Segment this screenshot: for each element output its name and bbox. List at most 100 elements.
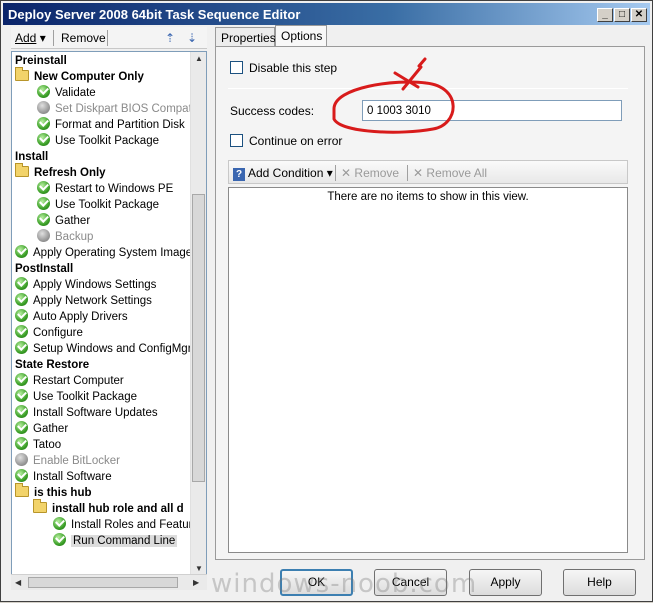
tree-node-label: Set Diskpart BIOS Compatibi: [55, 103, 204, 115]
tree-horizontal-scrollbar[interactable]: ◀ ▶: [11, 574, 207, 590]
disable-step-label: Disable this step: [249, 61, 338, 75]
remove-all-conditions-button[interactable]: ✕ Remove All: [413, 166, 487, 180]
tree-node[interactable]: State Restore: [15, 357, 89, 373]
disable-step-checkbox[interactable]: [230, 61, 243, 74]
folder-icon: [33, 499, 47, 513]
tree-node[interactable]: Setup Windows and ConfigMgr: [15, 341, 192, 357]
checkmark-icon: [15, 293, 28, 306]
checkmark-icon: [15, 245, 28, 258]
close-button[interactable]: ✕: [631, 8, 647, 22]
tree-node[interactable]: Enable BitLocker: [15, 453, 120, 469]
divider: [228, 88, 628, 89]
continue-on-error-label: Continue on error: [249, 134, 343, 148]
scroll-right-icon[interactable]: ▶: [193, 578, 199, 587]
tree-scroll-thumb[interactable]: [192, 194, 205, 482]
checkmark-icon: [37, 85, 50, 98]
checkmark-icon: [37, 213, 50, 226]
tree-node[interactable]: Install Software: [15, 469, 112, 485]
tree-node[interactable]: Validate: [37, 85, 96, 101]
minimize-button[interactable]: _: [597, 8, 613, 22]
move-up-icon[interactable]: ⇡: [165, 31, 175, 45]
dropdown-arrow-icon: ▾: [326, 166, 333, 180]
tree-node[interactable]: Format and Partition Disk: [37, 117, 185, 133]
scroll-left-icon[interactable]: ◀: [15, 578, 21, 587]
add-menu-button[interactable]: Add ▾: [15, 31, 46, 45]
conditions-list[interactable]: There are no items to show in this view.: [228, 187, 628, 553]
tree-node[interactable]: Use Toolkit Package: [37, 133, 159, 149]
checkmark-icon: [37, 133, 50, 146]
tree-node-label: Refresh Only: [34, 167, 106, 179]
tree-node[interactable]: Use Toolkit Package: [37, 197, 159, 213]
checkmark-icon: [15, 309, 28, 322]
add-condition-button[interactable]: ? Add Condition ▾: [233, 166, 333, 181]
toolbar-separator: [107, 30, 108, 46]
tree-node[interactable]: New Computer Only: [15, 67, 144, 85]
tree-node-label: Format and Partition Disk: [55, 119, 185, 131]
tree-node[interactable]: Use Toolkit Package: [15, 389, 137, 405]
tree-node[interactable]: Apply Windows Settings: [15, 277, 156, 293]
tree-node[interactable]: Apply Operating System Image: [15, 245, 192, 261]
tree-node[interactable]: Restart Computer: [15, 373, 124, 389]
apply-button[interactable]: Apply: [469, 569, 542, 596]
checkmark-icon: [15, 469, 28, 482]
tree-node[interactable]: Apply Network Settings: [15, 293, 152, 309]
task-sequence-tree[interactable]: Preinstall New Computer Only Validate Set D…: [11, 51, 207, 577]
tree-node-label: Use Toolkit Package: [33, 391, 137, 403]
tree-node[interactable]: Set Diskpart BIOS Compatibi: [37, 101, 203, 117]
tree-node[interactable]: install hub role and all d: [33, 499, 184, 517]
tree-node[interactable]: Install Software Updates: [15, 405, 158, 421]
move-down-icon[interactable]: ⇣: [187, 31, 197, 45]
tree-node[interactable]: Backup: [37, 229, 93, 245]
tree-toolbar: Add ▾ Remove ⇡ ⇣: [11, 27, 207, 49]
remove-button[interactable]: Remove: [61, 31, 106, 45]
cancel-button[interactable]: Cancel: [374, 569, 447, 596]
tree-node-label: PostInstall: [15, 263, 74, 275]
tree-node[interactable]: Restart to Windows PE: [37, 181, 173, 197]
options-panel: Disable this step Success codes: Continu…: [215, 46, 645, 560]
tree-node-label: install hub role and all d: [52, 503, 184, 515]
checkmark-icon: [15, 341, 28, 354]
success-codes-input[interactable]: [362, 100, 622, 121]
tree-node-label: State Restore: [15, 359, 90, 371]
disabled-step-icon: [37, 101, 50, 114]
tree-node[interactable]: is this hub: [15, 483, 92, 501]
checkmark-icon: [15, 405, 28, 418]
tree-node[interactable]: Configure: [15, 325, 83, 341]
tree-node[interactable]: Install Roles and Feature: [53, 517, 199, 533]
tree-node-label: Validate: [55, 87, 96, 99]
scroll-up-icon[interactable]: ▲: [195, 54, 203, 63]
tree-node[interactable]: Tatoo: [15, 437, 61, 453]
tree-vertical-scrollbar[interactable]: ▲ ▼: [190, 52, 206, 576]
tree-node-label: Use Toolkit Package: [55, 199, 159, 211]
tab-options[interactable]: Options: [275, 25, 327, 47]
tree-node-label: New Computer Only: [34, 71, 144, 83]
tree-hscroll-thumb[interactable]: [28, 577, 178, 588]
folder-icon: [15, 67, 29, 81]
help-button[interactable]: Help: [563, 569, 636, 596]
tree-node[interactable]: PostInstall: [15, 261, 73, 277]
continue-on-error-checkbox[interactable]: [230, 134, 243, 147]
tree-node-label: Install: [15, 151, 49, 163]
tree-node[interactable]: Gather: [37, 213, 90, 229]
scroll-down-icon[interactable]: ▼: [195, 564, 203, 573]
add-label: Add: [15, 31, 37, 45]
tree-node[interactable]: Run Command Line: [53, 533, 178, 549]
checkmark-icon: [15, 421, 28, 434]
tree-node[interactable]: Refresh Only: [15, 163, 106, 181]
tab-properties[interactable]: Properties: [215, 27, 276, 47]
checkmark-icon: [37, 117, 50, 130]
tree-node-label: Apply Operating System Image: [33, 247, 193, 259]
checkmark-icon: [15, 277, 28, 290]
tree-node-label: Auto Apply Drivers: [33, 311, 128, 323]
tree-node-label: Apply Network Settings: [33, 295, 152, 307]
help-condition-icon: ?: [233, 168, 245, 181]
tree-node-label: Backup: [55, 231, 94, 243]
disabled-step-icon: [15, 453, 28, 466]
window-title: Deploy Server 2008 64bit Task Sequence E…: [8, 7, 301, 22]
maximize-button[interactable]: □: [614, 8, 630, 22]
tree-node[interactable]: Auto Apply Drivers: [15, 309, 128, 325]
remove-all-label: Remove All: [426, 166, 488, 180]
ok-button[interactable]: OK: [280, 569, 353, 596]
remove-condition-button[interactable]: ✕ Remove: [341, 166, 399, 180]
tree-node[interactable]: Gather: [15, 421, 68, 437]
